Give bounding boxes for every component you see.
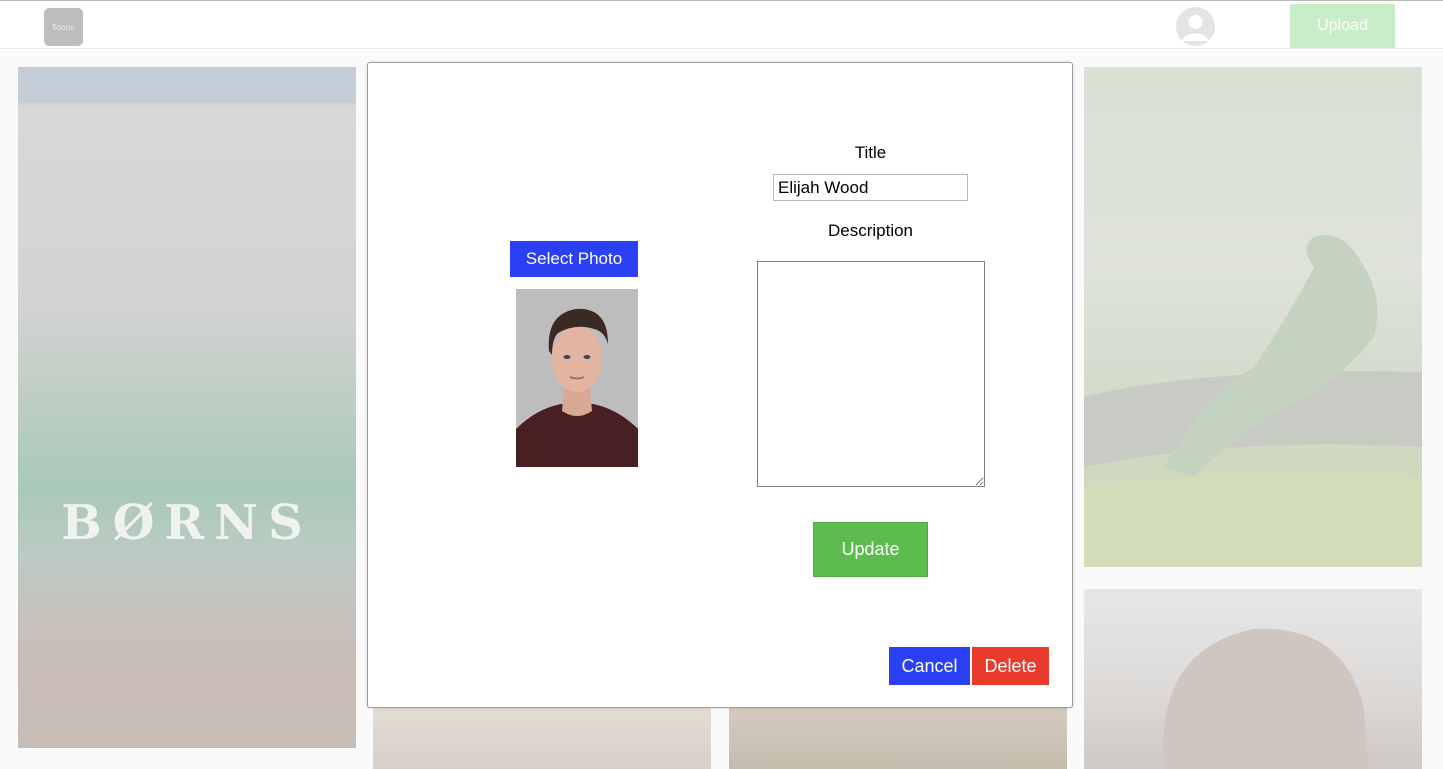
title-input[interactable] xyxy=(773,174,968,201)
select-photo-button[interactable]: Select Photo xyxy=(510,241,638,277)
gallery-photo-bottom-right[interactable] xyxy=(729,706,1067,769)
upload-button[interactable]: Upload xyxy=(1290,4,1395,48)
gallery-photo-lizard[interactable] xyxy=(1084,67,1422,567)
concert-band-text: BØRNS xyxy=(61,495,313,551)
description-textarea[interactable] xyxy=(757,261,985,487)
top-navigation-bar: 5oooo Upload xyxy=(0,0,1443,49)
title-label: Title xyxy=(854,143,887,162)
stage-screen xyxy=(18,67,356,103)
photo-preview xyxy=(516,289,638,467)
cancel-button[interactable]: Cancel xyxy=(889,647,970,685)
delete-button[interactable]: Delete xyxy=(972,647,1049,685)
gallery-photo-bottom-left[interactable] xyxy=(373,706,711,769)
app-logo[interactable]: 5oooo xyxy=(44,8,83,46)
update-button[interactable]: Update xyxy=(813,522,928,577)
edit-photo-modal: Select Photo Title Description Update Ca… xyxy=(367,62,1073,708)
gallery-photo-concert[interactable]: BØRNS xyxy=(18,67,356,748)
user-avatar-icon[interactable] xyxy=(1176,7,1215,46)
description-label: Description xyxy=(827,221,914,240)
gallery-photo-portrait[interactable] xyxy=(1084,589,1422,769)
